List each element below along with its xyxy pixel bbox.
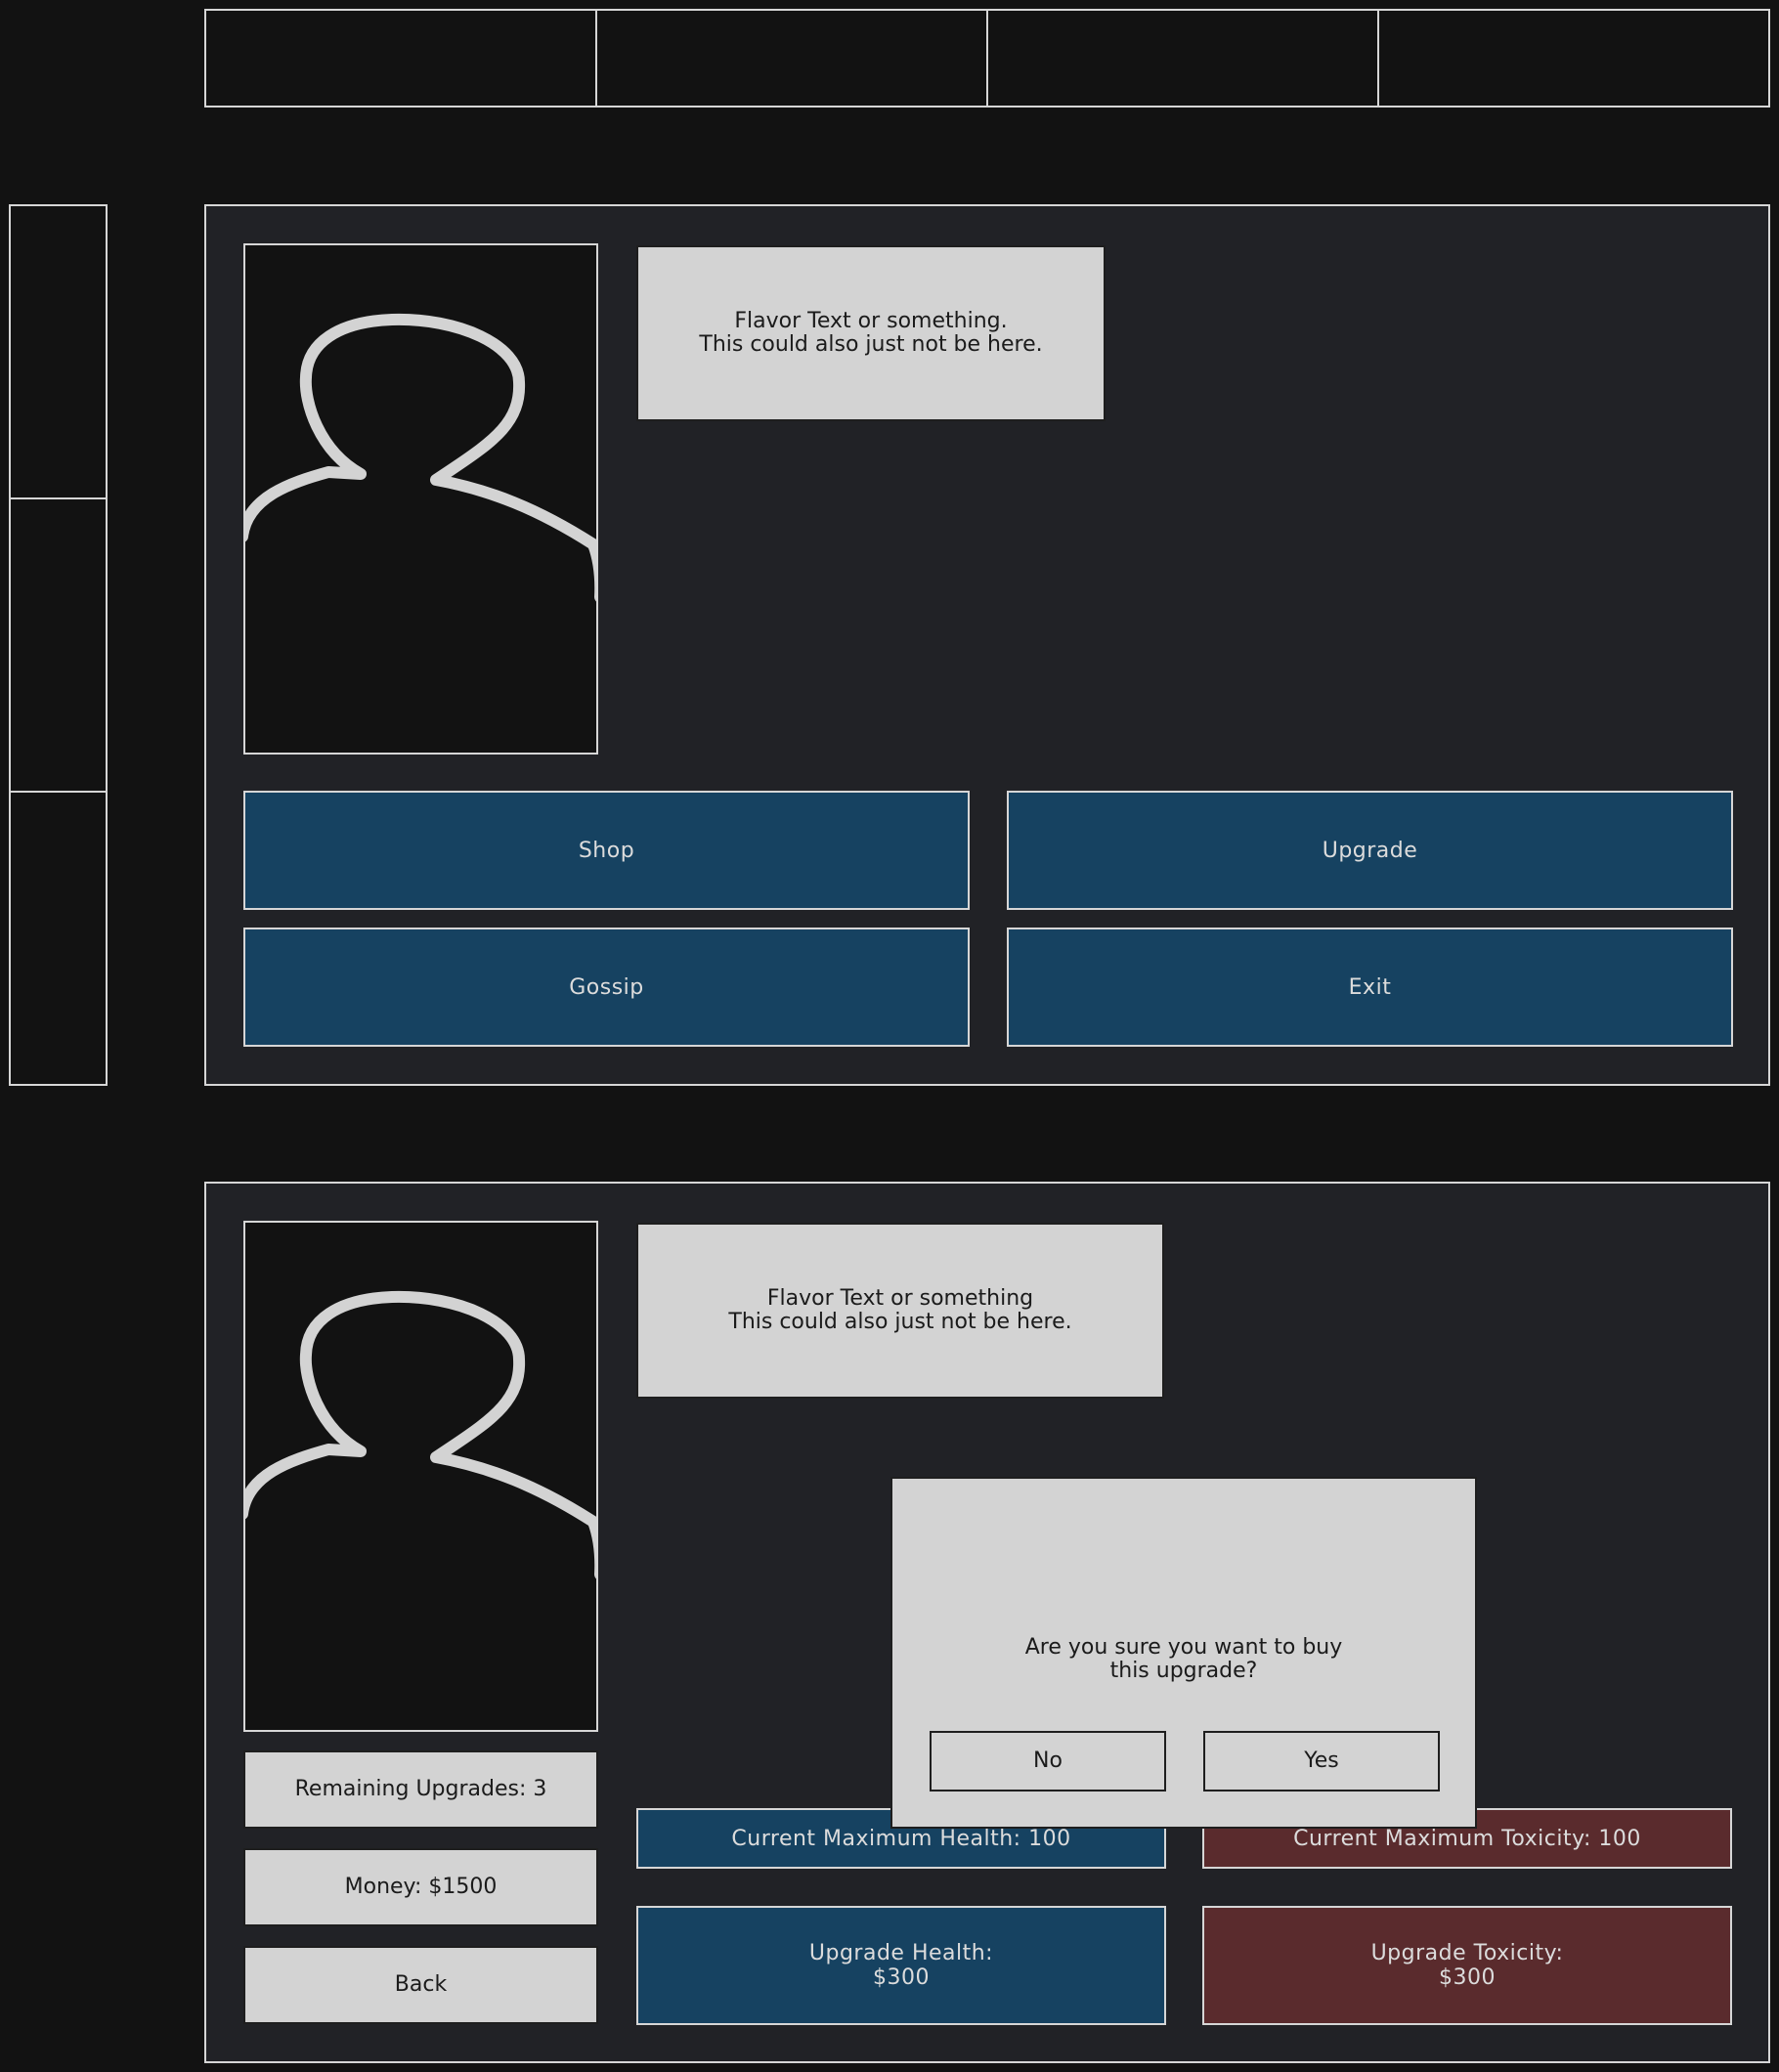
- upgrade-button[interactable]: Upgrade: [1007, 791, 1733, 910]
- confirm-message-area: Are you sure you want to buy this upgrad…: [892, 1606, 1475, 1713]
- gossip-button-label: Gossip: [569, 974, 644, 1000]
- top-tab-2[interactable]: [595, 9, 988, 108]
- money-label: Money: $1500: [344, 1874, 498, 1899]
- upgrade-health-button[interactable]: Upgrade Health: $300: [636, 1906, 1166, 2025]
- side-slot-3[interactable]: [9, 791, 108, 1086]
- upgrade-screen: Flavor Text or something This could also…: [204, 1182, 1770, 2063]
- remaining-upgrades-box: Remaining Upgrades: 3: [243, 1750, 598, 1829]
- top-tab-1[interactable]: [204, 9, 597, 108]
- upgrade-button-label: Upgrade: [1322, 838, 1418, 863]
- confirm-upgrade-dialog: Are you sure you want to buy this upgrad…: [890, 1477, 1477, 1829]
- exit-button[interactable]: Exit: [1007, 928, 1733, 1047]
- no-button[interactable]: No: [930, 1731, 1166, 1791]
- top-tab-bar: [204, 9, 1770, 108]
- confirm-message: Are you sure you want to buy this upgrad…: [1024, 1634, 1343, 1683]
- side-slot-1[interactable]: [9, 204, 108, 499]
- person-silhouette-icon: [245, 1290, 596, 1579]
- top-tab-4[interactable]: [1377, 9, 1770, 108]
- person-silhouette-icon: [245, 313, 596, 602]
- gossip-button[interactable]: Gossip: [243, 928, 970, 1047]
- flavor-text: Flavor Text or something. This could als…: [699, 308, 1043, 357]
- exit-button-label: Exit: [1348, 974, 1392, 1000]
- yes-button[interactable]: Yes: [1203, 1731, 1440, 1791]
- back-button-label: Back: [394, 1971, 448, 1997]
- upgrade-toxicity-button[interactable]: Upgrade Toxicity: $300: [1202, 1906, 1732, 2025]
- back-button[interactable]: Back: [243, 1946, 598, 2024]
- side-slot-2[interactable]: [9, 497, 108, 793]
- no-button-label: No: [1033, 1748, 1063, 1773]
- upgrade-toxicity-label: Upgrade Toxicity: $300: [1370, 1941, 1564, 1990]
- flavor-text: Flavor Text or something This could also…: [728, 1285, 1072, 1334]
- side-slot-bar: [9, 204, 108, 1086]
- top-tab-3[interactable]: [986, 9, 1379, 108]
- npc-portrait: [243, 243, 598, 755]
- npc-portrait: [243, 1221, 598, 1732]
- current-toxicity-label: Current Maximum Toxicity: 100: [1293, 1826, 1641, 1851]
- shop-button[interactable]: Shop: [243, 791, 970, 910]
- npc-screen-main: Flavor Text or something. This could als…: [204, 204, 1770, 1086]
- shop-button-label: Shop: [578, 838, 635, 863]
- upgrade-health-label: Upgrade Health: $300: [808, 1941, 994, 1990]
- flavor-text-box: Flavor Text or something. This could als…: [636, 245, 1106, 421]
- flavor-text-box: Flavor Text or something This could also…: [636, 1223, 1164, 1399]
- current-health-label: Current Maximum Health: 100: [731, 1826, 1071, 1851]
- yes-button-label: Yes: [1304, 1748, 1339, 1773]
- money-box: Money: $1500: [243, 1848, 598, 1926]
- remaining-upgrades-label: Remaining Upgrades: 3: [294, 1776, 547, 1801]
